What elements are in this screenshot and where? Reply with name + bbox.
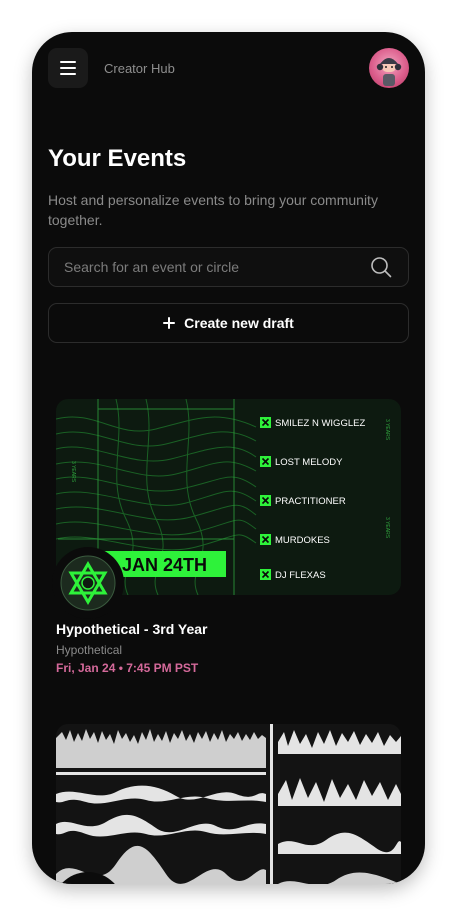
event-date: Fri, Jan 24 • 7:45 PM PST: [56, 661, 199, 675]
create-draft-label: Create new draft: [184, 315, 294, 331]
poster-lineup-item: SMILEZ N WIGGLEZ: [275, 418, 365, 429]
poster-side-text: 3 YEARS: [384, 517, 390, 539]
poster-lineup-item: PRACTITIONER: [275, 496, 346, 507]
circle-logo-badge: [52, 547, 124, 619]
app-screen: Creator Hub Your Events Host and persona…: [32, 32, 425, 884]
poster-side-text: 3 YEARS: [384, 419, 390, 441]
poster-lineup-item: DJ FLEXAS: [275, 570, 326, 581]
poster-lineup-item: MURDOKES: [275, 535, 330, 546]
app-name: Creator Hub: [104, 61, 175, 76]
plus-icon: [163, 317, 176, 329]
event-poster[interactable]: [56, 724, 401, 884]
create-draft-button[interactable]: Create new draft: [48, 303, 409, 343]
poster-date-text: JAN 24TH: [122, 555, 207, 575]
hamburger-icon: [60, 61, 76, 75]
avatar-character-icon: [376, 58, 402, 86]
page-title: Your Events: [48, 145, 187, 172]
search-input[interactable]: [49, 248, 379, 286]
menu-button[interactable]: [48, 48, 88, 88]
event-title[interactable]: Hypothetical - 3rd Year: [56, 621, 207, 637]
poster-side-text: 3 YEARS: [70, 461, 76, 483]
user-avatar[interactable]: [369, 48, 409, 88]
search-icon[interactable]: [370, 256, 392, 278]
poster-lineup-item: LOST MELODY: [275, 457, 343, 468]
circle-logo-icon: [60, 555, 116, 611]
event-host: Hypothetical: [56, 643, 123, 657]
search-bar[interactable]: [48, 247, 409, 287]
page-subtitle: Host and personalize events to bring you…: [48, 192, 378, 228]
